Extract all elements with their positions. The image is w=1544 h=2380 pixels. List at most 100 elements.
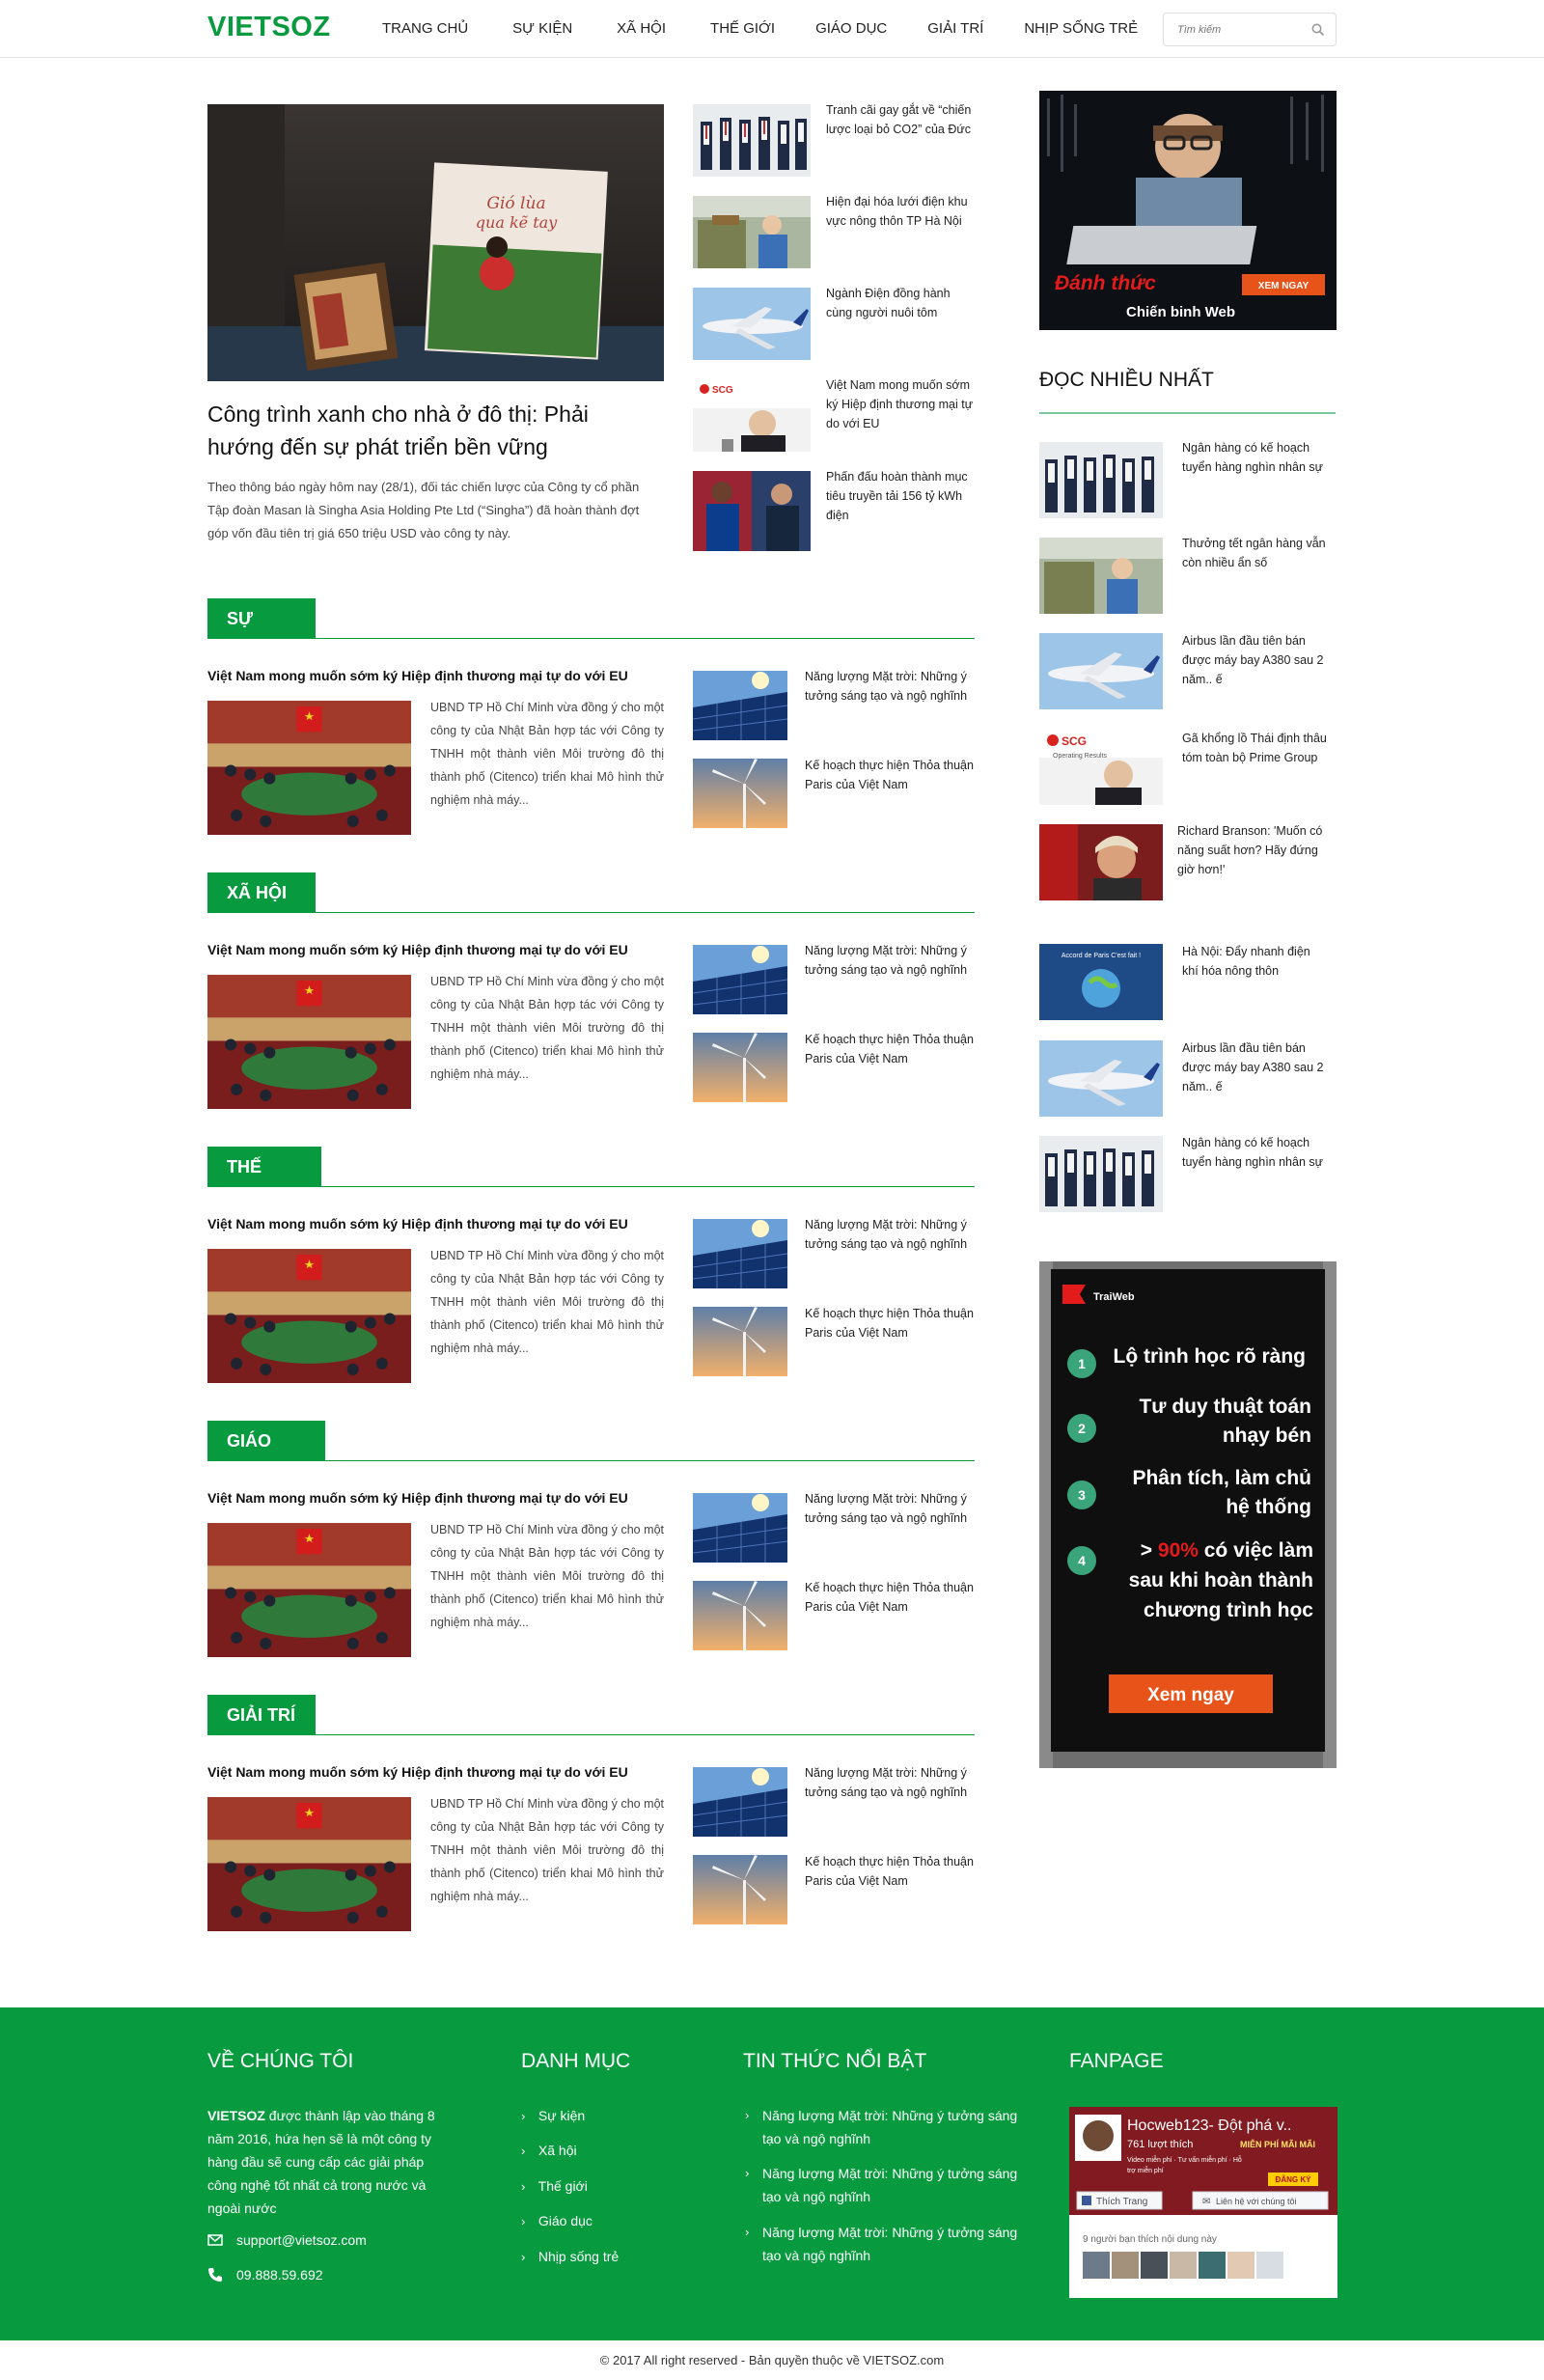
category-side-title-1[interactable]: Năng lượng Mặt trời: Những ý tưởng sáng … <box>805 1489 979 1528</box>
category-side-thumb-2[interactable] <box>693 1033 787 1102</box>
top-thumb-5[interactable] <box>693 471 811 551</box>
category-side-title-1[interactable]: Năng lượng Mặt trời: Những ý tưởng sáng … <box>805 667 979 706</box>
footer-cat-2-label[interactable]: Xã hội <box>538 2143 577 2158</box>
site-logo[interactable]: VIETSOZ <box>207 12 331 43</box>
category-main-thumb[interactable] <box>207 701 411 835</box>
category-tag-su-kien[interactable]: SỰ KIỆN <box>207 598 316 669</box>
category-tag-the-gioi[interactable]: THẾ GIỚI <box>207 1147 321 1217</box>
top-thumb-2[interactable] <box>693 196 811 268</box>
popular-thumb-5[interactable] <box>1039 824 1163 900</box>
search-input[interactable] <box>1164 14 1299 45</box>
popular-title-8[interactable]: Ngân hàng có kế hoạch tuyển hàng nghìn n… <box>1182 1133 1337 1172</box>
nav-trang-chu[interactable]: TRANG CHỦ <box>382 20 468 37</box>
category-side-thumb-1[interactable] <box>693 1219 787 1288</box>
category-side-title-2[interactable]: Kế hoạch thực hiện Thỏa thuận Paris của … <box>805 756 979 794</box>
category-side-thumb-1[interactable] <box>693 945 787 1014</box>
category-side-thumb-1[interactable] <box>693 1493 787 1563</box>
popular-title-4[interactable]: Gã khổng lồ Thái định thâu tóm toàn bộ P… <box>1182 729 1327 767</box>
category-main-title[interactable]: Việt Nam mong muốn sớm ký Hiệp định thươ… <box>207 940 661 959</box>
nav-nhip-song-tre[interactable]: NHỊP SỐNG TRẺ <box>1024 20 1138 37</box>
footer-email[interactable]: support@vietsoz.com <box>207 2232 367 2248</box>
top-news-title-1[interactable]: Tranh cãi gay gắt về “chiến lược loại bỏ… <box>826 100 980 139</box>
popular-thumb-2[interactable] <box>1039 538 1163 614</box>
top-news-title-4[interactable]: Việt Nam mong muốn sớm ký Hiệp định thươ… <box>826 375 980 433</box>
category-side-thumb-2[interactable] <box>693 1855 787 1924</box>
category-side-title-2[interactable]: Kế hoạch thực hiện Thỏa thuận Paris của … <box>805 1852 979 1891</box>
nav-giao-duc[interactable]: GIÁO DỤC <box>815 20 887 37</box>
footer-cat-4[interactable]: › Giáo dục <box>521 2213 593 2228</box>
ad-banner-top[interactable]: Đánh thức XEM NGAY Chiến binh Web <box>1039 91 1337 330</box>
popular-title-6[interactable]: Hà Nội: Đẩy nhanh điện khí hóa nông thôn <box>1182 942 1327 981</box>
category-main-thumb[interactable] <box>207 1797 411 1931</box>
footer-cat-1[interactable]: › Sự kiện <box>521 2108 585 2123</box>
popular-title-1[interactable]: Ngân hàng có kế hoạch tuyển hàng nghìn n… <box>1182 438 1337 477</box>
footer-cat-2[interactable]: › Xã hội <box>521 2143 577 2158</box>
category-side-thumb-2[interactable] <box>693 759 787 828</box>
footer-phone[interactable]: 09.888.59.692 <box>207 2267 323 2283</box>
featured-title[interactable]: Công trình xanh cho nhà ở đô thị: Phải h… <box>207 398 661 463</box>
footer-email-text[interactable]: support@vietsoz.com <box>236 2232 367 2248</box>
nav-xa-hoi[interactable]: XÃ HỘI <box>617 20 666 37</box>
category-main-title[interactable]: Việt Nam mong muốn sớm ký Hiệp định thươ… <box>207 666 661 685</box>
category-tag-xa-hoi[interactable]: XÃ HỘI <box>207 872 316 913</box>
footer-news-2[interactable]: › Năng lượng Mặt trời: Những ý tưởng sáng… <box>743 2162 1033 2208</box>
category-side-title-1[interactable]: Năng lượng Mặt trời: Những ý tưởng sáng … <box>805 941 979 980</box>
fanpage-name[interactable]: Hocweb123- Đột phá v.. <box>1127 2117 1291 2134</box>
footer-cat-4-label[interactable]: Giáo dục <box>538 2213 593 2228</box>
ad-course-cta[interactable]: Xem ngay <box>1147 1685 1234 1705</box>
popular-title-3[interactable]: Airbus lần đầu tiên bán được máy bay A38… <box>1182 631 1327 689</box>
ad-top-cta[interactable]: XEM NGAY <box>1258 281 1310 291</box>
popular-title-2[interactable]: Thưởng tết ngân hàng vẫn còn nhiều ẩn số <box>1182 534 1327 572</box>
popular-thumb-3[interactable] <box>1039 633 1163 709</box>
footer-cat-3[interactable]: › Thế giới <box>521 2178 588 2194</box>
featured-image[interactable]: Gió lùa qua kẽ tay <box>207 104 664 381</box>
footer-cat-1-label[interactable]: Sự kiện <box>538 2108 585 2123</box>
footer-cat-5[interactable]: › Nhịp sống trẻ <box>521 2249 619 2264</box>
popular-thumb-6[interactable]: Accord de Paris C'est fait ! <box>1039 944 1163 1020</box>
popular-thumb-8[interactable] <box>1039 1136 1163 1212</box>
footer-cat-5-label[interactable]: Nhịp sống trẻ <box>538 2249 619 2264</box>
popular-thumb-7[interactable] <box>1039 1040 1163 1117</box>
category-tag-giao-duc[interactable]: GIÁO DỤC <box>207 1421 325 1491</box>
category-side-title-1[interactable]: Năng lượng Mặt trời: Những ý tưởng sáng … <box>805 1215 979 1254</box>
footer-news-1[interactable]: › Năng lượng Mặt trời: Những ý tưởng sáng… <box>743 2104 1033 2150</box>
category-main-title[interactable]: Việt Nam mong muốn sớm ký Hiệp định thươ… <box>207 1762 661 1782</box>
fanpage-register[interactable]: ĐĂNG KÝ <box>1276 2175 1312 2184</box>
top-news-title-2[interactable]: Hiện đại hóa lưới điện khu vực nông thôn… <box>826 192 971 231</box>
category-main-thumb[interactable] <box>207 1249 411 1383</box>
popular-title-5[interactable]: Richard Branson: 'Muốn có năng suất hơn?… <box>1177 821 1332 879</box>
popular-thumb-1[interactable] <box>1039 442 1163 518</box>
nav-the-gioi[interactable]: THẾ GIỚI <box>710 20 775 37</box>
footer-news-3-label[interactable]: Năng lượng Mặt trời: Những ý tưởng sáng … <box>762 2225 1017 2263</box>
category-side-title-2[interactable]: Kế hoạch thực hiện Thỏa thuận Paris của … <box>805 1030 979 1068</box>
footer-cat-3-label[interactable]: Thế giới <box>538 2178 588 2194</box>
search-icon[interactable] <box>1310 22 1326 38</box>
top-news-title-5[interactable]: Phấn đấu hoàn thành mục tiêu truyền tải … <box>826 467 971 525</box>
category-side-thumb-2[interactable] <box>693 1581 787 1650</box>
category-side-title-2[interactable]: Kế hoạch thực hiện Thỏa thuận Paris của … <box>805 1304 979 1342</box>
category-tag-giai-tri[interactable]: GIẢI TRÍ <box>207 1695 316 1735</box>
category-side-title-2[interactable]: Kế hoạch thực hiện Thỏa thuận Paris của … <box>805 1578 979 1617</box>
top-thumb-4[interactable]: SCG <box>693 379 811 452</box>
top-news-title-3[interactable]: Ngành Điện đồng hành cùng người nuôi tôm <box>826 284 971 322</box>
category-side-thumb-2[interactable] <box>693 1307 787 1376</box>
facebook-page-widget[interactable]: Hocweb123- Đột phá v.. 761 lượt thích MI… <box>1069 2107 1337 2298</box>
category-main-thumb[interactable] <box>207 1523 411 1657</box>
nav-su-kien[interactable]: SỰ KIỆN <box>512 20 572 37</box>
category-main-title[interactable]: Việt Nam mong muốn sớm ký Hiệp định thươ… <box>207 1488 661 1508</box>
nav-giai-tri[interactable]: GIẢI TRÍ <box>927 20 983 37</box>
ad-banner-course[interactable]: TraiWeb 1 Lộ trình học rõ ràng 2 Tư duy … <box>1039 1261 1337 1768</box>
popular-thumb-4[interactable]: SCG Operating Results <box>1039 729 1163 805</box>
category-side-title-1[interactable]: Năng lượng Mặt trời: Những ý tưởng sáng … <box>805 1763 979 1802</box>
category-side-thumb-1[interactable] <box>693 1767 787 1837</box>
footer-phone-text[interactable]: 09.888.59.692 <box>236 2267 323 2283</box>
top-thumb-1[interactable] <box>693 104 811 177</box>
fanpage-like-button[interactable]: Thích Trang <box>1096 2197 1147 2207</box>
category-main-title[interactable]: Việt Nam mong muốn sớm ký Hiệp định thươ… <box>207 1214 661 1233</box>
popular-title-7[interactable]: Airbus lần đầu tiên bán được máy bay A38… <box>1182 1038 1327 1096</box>
footer-news-1-label[interactable]: Năng lượng Mặt trời: Những ý tưởng sáng … <box>762 2108 1017 2146</box>
top-thumb-3[interactable] <box>693 288 811 360</box>
footer-news-3[interactable]: › Năng lượng Mặt trời: Những ý tưởng sáng… <box>743 2221 1033 2267</box>
category-side-thumb-1[interactable] <box>693 671 787 740</box>
category-main-thumb[interactable] <box>207 975 411 1109</box>
